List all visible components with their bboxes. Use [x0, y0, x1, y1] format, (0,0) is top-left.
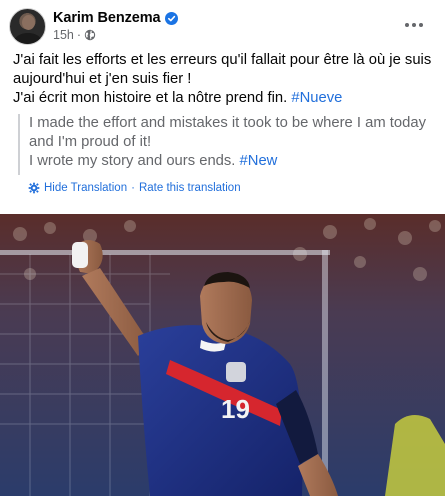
post-timestamp[interactable]: 15h [53, 28, 74, 42]
rate-translation-link[interactable]: Rate this translation [139, 182, 241, 194]
verified-badge-icon [164, 11, 178, 25]
links-separator: · [131, 182, 135, 194]
more-dot [405, 23, 409, 27]
post-header: Karim Benzema 15h · [0, 0, 445, 50]
post-photo[interactable]: 19 [0, 214, 445, 496]
jersey-number: 19 [221, 394, 250, 424]
more-options-icon[interactable] [400, 11, 428, 39]
author-avatar[interactable] [9, 8, 46, 45]
post-text-segment: J'ai écrit mon histoire et la nôtre pren… [13, 90, 292, 106]
post-text: J'ai fait les efforts et les erreurs qu'… [13, 51, 433, 108]
meta-separator: · [76, 28, 82, 42]
post-text-line: J'ai fait les efforts et les erreurs qu'… [13, 52, 432, 87]
gear-icon[interactable] [28, 182, 40, 194]
facebook-post: Karim Benzema 15h · J'ai fait les effort… [0, 0, 445, 496]
more-dot [419, 23, 423, 27]
translation-line: I made the effort and mistakes it took t… [29, 115, 426, 150]
avatar-head [22, 15, 35, 30]
translation-line: I wrote my story and ours ends. #New [29, 152, 428, 171]
translation-block: I made the effort and mistakes it took t… [18, 114, 428, 175]
post-text-line: J'ai écrit mon histoire et la nôtre pren… [13, 89, 433, 108]
translation-segment: I wrote my story and ours ends. [29, 153, 240, 169]
post-meta: 15h · [53, 28, 96, 42]
globe-icon[interactable] [84, 29, 96, 41]
more-dot [412, 23, 416, 27]
hide-translation-link[interactable]: Hide Translation [44, 182, 127, 194]
author-name-row: Karim Benzema [53, 9, 178, 27]
author-name[interactable]: Karim Benzema [53, 10, 161, 26]
translation-hashtag-link[interactable]: #New [240, 153, 278, 169]
hashtag-link[interactable]: #Nueve [291, 90, 342, 106]
translation-controls: Hide Translation · Rate this translation [28, 181, 241, 195]
avatar-shoulders [14, 33, 42, 44]
football-player-photo: 19 [0, 214, 445, 496]
